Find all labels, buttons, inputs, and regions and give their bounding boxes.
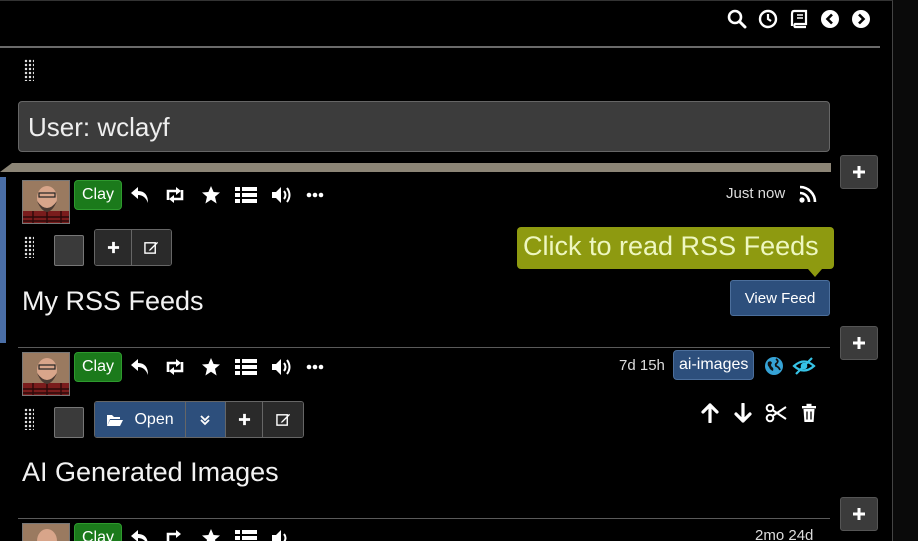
top-toolbar bbox=[726, 8, 872, 30]
selected-card-marker bbox=[0, 177, 6, 343]
timestamp: 2mo 24d bbox=[755, 527, 814, 541]
boost-icon[interactable] bbox=[163, 183, 187, 207]
reply-icon[interactable] bbox=[128, 526, 152, 541]
node-button-group: Open bbox=[94, 401, 304, 438]
avatar[interactable] bbox=[22, 180, 70, 224]
user-name-button[interactable]: Clay bbox=[74, 352, 123, 382]
timestamp: Just now bbox=[726, 185, 786, 202]
speaker-icon[interactable] bbox=[270, 183, 294, 207]
chevron-right-circle-icon[interactable] bbox=[850, 8, 872, 30]
trash-icon[interactable] bbox=[797, 401, 821, 425]
eye-slash-icon[interactable] bbox=[792, 354, 816, 378]
list-icon[interactable] bbox=[234, 355, 258, 379]
star-icon[interactable] bbox=[199, 183, 223, 207]
clock-icon[interactable] bbox=[757, 8, 779, 30]
globe-icon[interactable] bbox=[762, 354, 786, 378]
insert-node-button[interactable] bbox=[840, 155, 878, 189]
select-checkbox[interactable] bbox=[54, 407, 84, 438]
move-up-icon[interactable] bbox=[698, 401, 722, 425]
open-button-label: Open bbox=[134, 410, 174, 428]
expand-button[interactable] bbox=[186, 402, 226, 437]
header-divider bbox=[0, 46, 880, 48]
select-checkbox[interactable] bbox=[54, 235, 84, 266]
drag-handle[interactable] bbox=[24, 408, 34, 430]
timestamp: 7d 15h bbox=[619, 357, 665, 374]
card-divider bbox=[18, 347, 830, 348]
tooltip-arrow bbox=[808, 269, 822, 277]
edit-button[interactable] bbox=[132, 230, 171, 265]
boost-icon[interactable] bbox=[163, 526, 187, 541]
view-feed-button[interactable]: View Feed bbox=[730, 280, 830, 316]
scissors-icon[interactable] bbox=[764, 401, 788, 425]
open-button[interactable]: Open bbox=[95, 402, 187, 437]
card-divider bbox=[18, 518, 830, 519]
scrollbar[interactable] bbox=[893, 0, 918, 541]
avatar[interactable] bbox=[22, 352, 70, 396]
edit-button[interactable] bbox=[263, 402, 303, 437]
avatar[interactable] bbox=[22, 523, 70, 541]
user-input-field[interactable]: User: wclayf bbox=[18, 101, 830, 152]
card-title: My RSS Feeds bbox=[22, 286, 204, 316]
speaker-icon[interactable] bbox=[270, 355, 294, 379]
reply-icon[interactable] bbox=[128, 183, 152, 207]
section-divider bbox=[0, 163, 831, 172]
insert-node-button[interactable] bbox=[840, 326, 878, 360]
add-subnode-button[interactable] bbox=[95, 230, 133, 265]
drag-handle[interactable] bbox=[24, 59, 34, 81]
star-icon[interactable] bbox=[199, 526, 223, 541]
reply-icon[interactable] bbox=[128, 355, 152, 379]
drag-handle[interactable] bbox=[24, 236, 34, 258]
star-icon[interactable] bbox=[199, 355, 223, 379]
speaker-icon[interactable] bbox=[270, 526, 294, 541]
chevron-left-circle-icon[interactable] bbox=[819, 8, 841, 30]
insert-node-button[interactable] bbox=[840, 497, 878, 531]
list-icon[interactable] bbox=[234, 183, 258, 207]
hashtag-badge[interactable]: ai-images bbox=[673, 350, 755, 380]
boost-icon[interactable] bbox=[163, 355, 187, 379]
add-subnode-button[interactable] bbox=[225, 402, 264, 437]
move-down-icon[interactable] bbox=[731, 401, 755, 425]
rss-icon[interactable] bbox=[796, 182, 820, 206]
search-icon[interactable] bbox=[726, 8, 748, 30]
app-window: User: wclayf Clay Just now Click to read… bbox=[0, 0, 918, 541]
more-options-icon[interactable] bbox=[303, 183, 327, 207]
node-button-group bbox=[94, 229, 172, 266]
more-options-icon[interactable] bbox=[303, 355, 327, 379]
rss-tooltip: Click to read RSS Feeds bbox=[517, 227, 834, 269]
list-icon[interactable] bbox=[234, 526, 258, 541]
user-name-button[interactable]: Clay bbox=[74, 523, 123, 541]
user-name-button[interactable]: Clay bbox=[74, 180, 123, 210]
card-title: AI Generated Images bbox=[22, 457, 279, 487]
book-icon[interactable] bbox=[788, 8, 810, 30]
